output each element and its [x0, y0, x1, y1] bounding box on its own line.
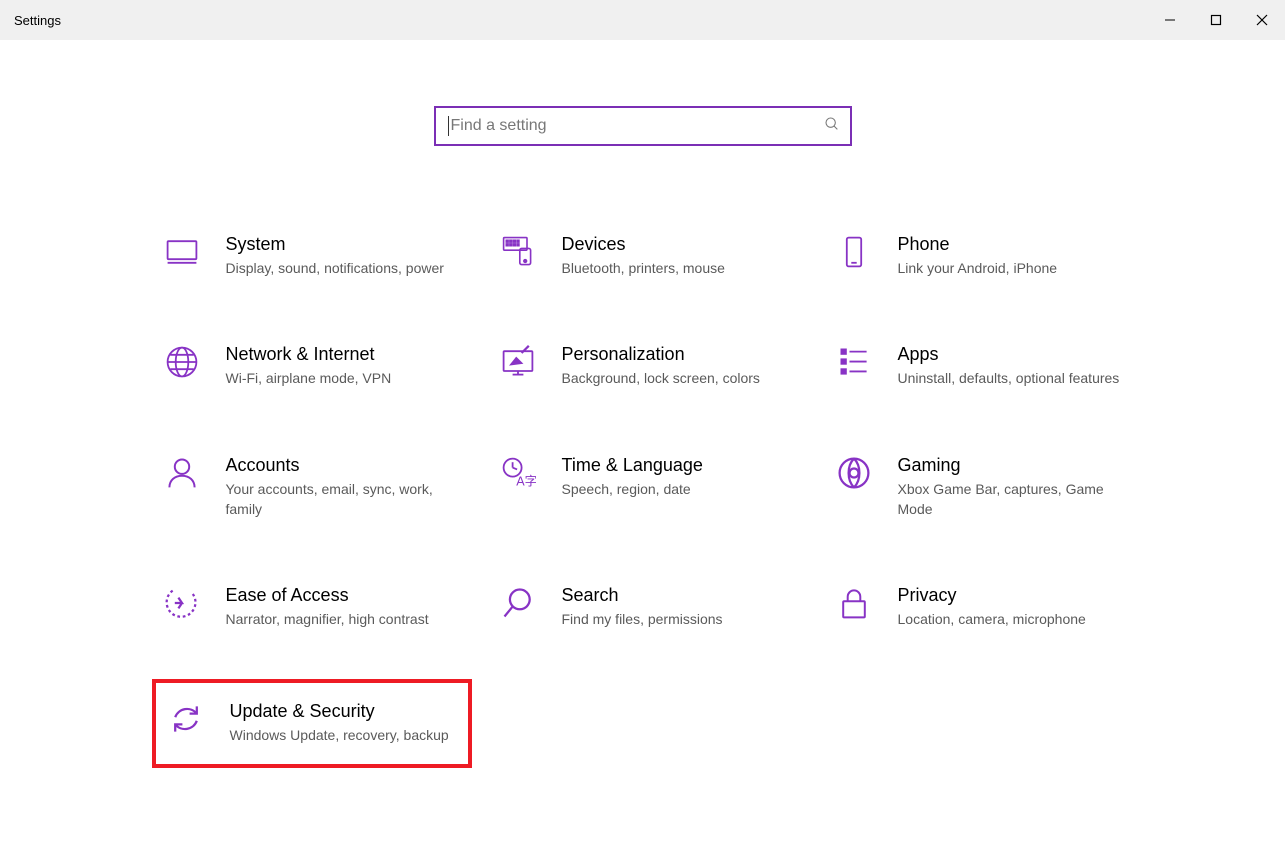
accounts-icon	[162, 455, 202, 495]
settings-grid: System Display, sound, notifications, pow…	[142, 226, 1144, 768]
tile-text: Accounts Your accounts, email, sync, work…	[226, 455, 462, 520]
tile-text: Apps Uninstall, defaults, optional featur…	[898, 344, 1134, 388]
tile-title: Ease of Access	[226, 585, 462, 606]
privacy-icon	[834, 585, 874, 625]
tile-desc: Location, camera, microphone	[898, 609, 1134, 629]
tile-title: Phone	[898, 234, 1134, 255]
tile-desc: Find my files, permissions	[562, 609, 798, 629]
tile-text: Personalization Background, lock screen, …	[562, 344, 798, 388]
tile-text: Privacy Location, camera, microphone	[898, 585, 1134, 629]
apps-icon	[834, 344, 874, 384]
tile-title: Accounts	[226, 455, 462, 476]
tile-text: Update & Security Windows Update, recover…	[230, 701, 458, 745]
tile-desc: Speech, region, date	[562, 479, 798, 499]
tile-update-security[interactable]: Update & Security Windows Update, recover…	[152, 679, 472, 767]
system-icon	[162, 234, 202, 274]
tile-text: Time & Language Speech, region, date	[562, 455, 798, 520]
tile-desc: Uninstall, defaults, optional features	[898, 368, 1134, 388]
window-controls	[1147, 0, 1285, 40]
close-button[interactable]	[1239, 0, 1285, 40]
tile-title: Search	[562, 585, 798, 606]
tile-title: Update & Security	[230, 701, 458, 722]
tile-desc: Background, lock screen, colors	[562, 368, 798, 388]
time-language-icon: A字	[498, 455, 538, 495]
maximize-button[interactable]	[1193, 0, 1239, 40]
search-box[interactable]	[434, 106, 852, 146]
tile-title: Time & Language	[562, 455, 798, 476]
tile-text: Devices Bluetooth, printers, mouse	[562, 234, 798, 278]
tile-title: Network & Internet	[226, 344, 462, 365]
tile-title: System	[226, 234, 462, 255]
tile-gaming[interactable]: Gaming Xbox Game Bar, captures, Game Mode	[824, 447, 1144, 530]
tile-desc: Windows Update, recovery, backup	[230, 725, 458, 745]
tile-title: Devices	[562, 234, 798, 255]
search-input[interactable]	[451, 117, 824, 135]
phone-icon	[834, 234, 874, 274]
tile-network[interactable]: Network & Internet Wi-Fi, airplane mode, …	[152, 336, 472, 398]
tile-accounts[interactable]: Accounts Your accounts, email, sync, work…	[152, 447, 472, 530]
tile-text: Search Find my files, permissions	[562, 585, 798, 629]
tile-privacy[interactable]: Privacy Location, camera, microphone	[824, 577, 1144, 639]
window-title: Settings	[14, 13, 61, 28]
search-icon	[824, 116, 840, 137]
tile-title: Privacy	[898, 585, 1134, 606]
personalization-icon	[498, 344, 538, 384]
tile-phone[interactable]: Phone Link your Android, iPhone	[824, 226, 1144, 288]
tile-text: Gaming Xbox Game Bar, captures, Game Mode	[898, 455, 1134, 520]
tile-system[interactable]: System Display, sound, notifications, pow…	[152, 226, 472, 288]
content: System Display, sound, notifications, pow…	[0, 40, 1285, 768]
tile-text: Phone Link your Android, iPhone	[898, 234, 1134, 278]
ease-of-access-icon	[162, 585, 202, 625]
tile-title: Gaming	[898, 455, 1134, 476]
gaming-icon	[834, 455, 874, 495]
tile-desc: Narrator, magnifier, high contrast	[226, 609, 462, 629]
devices-icon	[498, 234, 538, 274]
update-security-icon	[166, 701, 206, 741]
tile-time-language[interactable]: A字 Time & Language Speech, region, date	[488, 447, 808, 530]
tile-personalization[interactable]: Personalization Background, lock screen, …	[488, 336, 808, 398]
search-icon	[498, 585, 538, 625]
svg-text:A字: A字	[516, 474, 536, 488]
tile-text: Ease of Access Narrator, magnifier, high …	[226, 585, 462, 629]
tile-desc: Xbox Game Bar, captures, Game Mode	[898, 479, 1134, 520]
tile-apps[interactable]: Apps Uninstall, defaults, optional featur…	[824, 336, 1144, 398]
tile-devices[interactable]: Devices Bluetooth, printers, mouse	[488, 226, 808, 288]
tile-text: Network & Internet Wi-Fi, airplane mode, …	[226, 344, 462, 388]
tile-desc: Display, sound, notifications, power	[226, 258, 462, 278]
tile-ease-of-access[interactable]: Ease of Access Narrator, magnifier, high …	[152, 577, 472, 639]
text-caret	[448, 116, 449, 136]
minimize-button[interactable]	[1147, 0, 1193, 40]
tile-desc: Link your Android, iPhone	[898, 258, 1134, 278]
titlebar: Settings	[0, 0, 1285, 40]
tile-desc: Wi-Fi, airplane mode, VPN	[226, 368, 462, 388]
tile-title: Personalization	[562, 344, 798, 365]
tile-desc: Bluetooth, printers, mouse	[562, 258, 798, 278]
tile-title: Apps	[898, 344, 1134, 365]
tile-search[interactable]: Search Find my files, permissions	[488, 577, 808, 639]
network-icon	[162, 344, 202, 384]
tile-text: System Display, sound, notifications, pow…	[226, 234, 462, 278]
tile-desc: Your accounts, email, sync, work, family	[226, 479, 462, 520]
